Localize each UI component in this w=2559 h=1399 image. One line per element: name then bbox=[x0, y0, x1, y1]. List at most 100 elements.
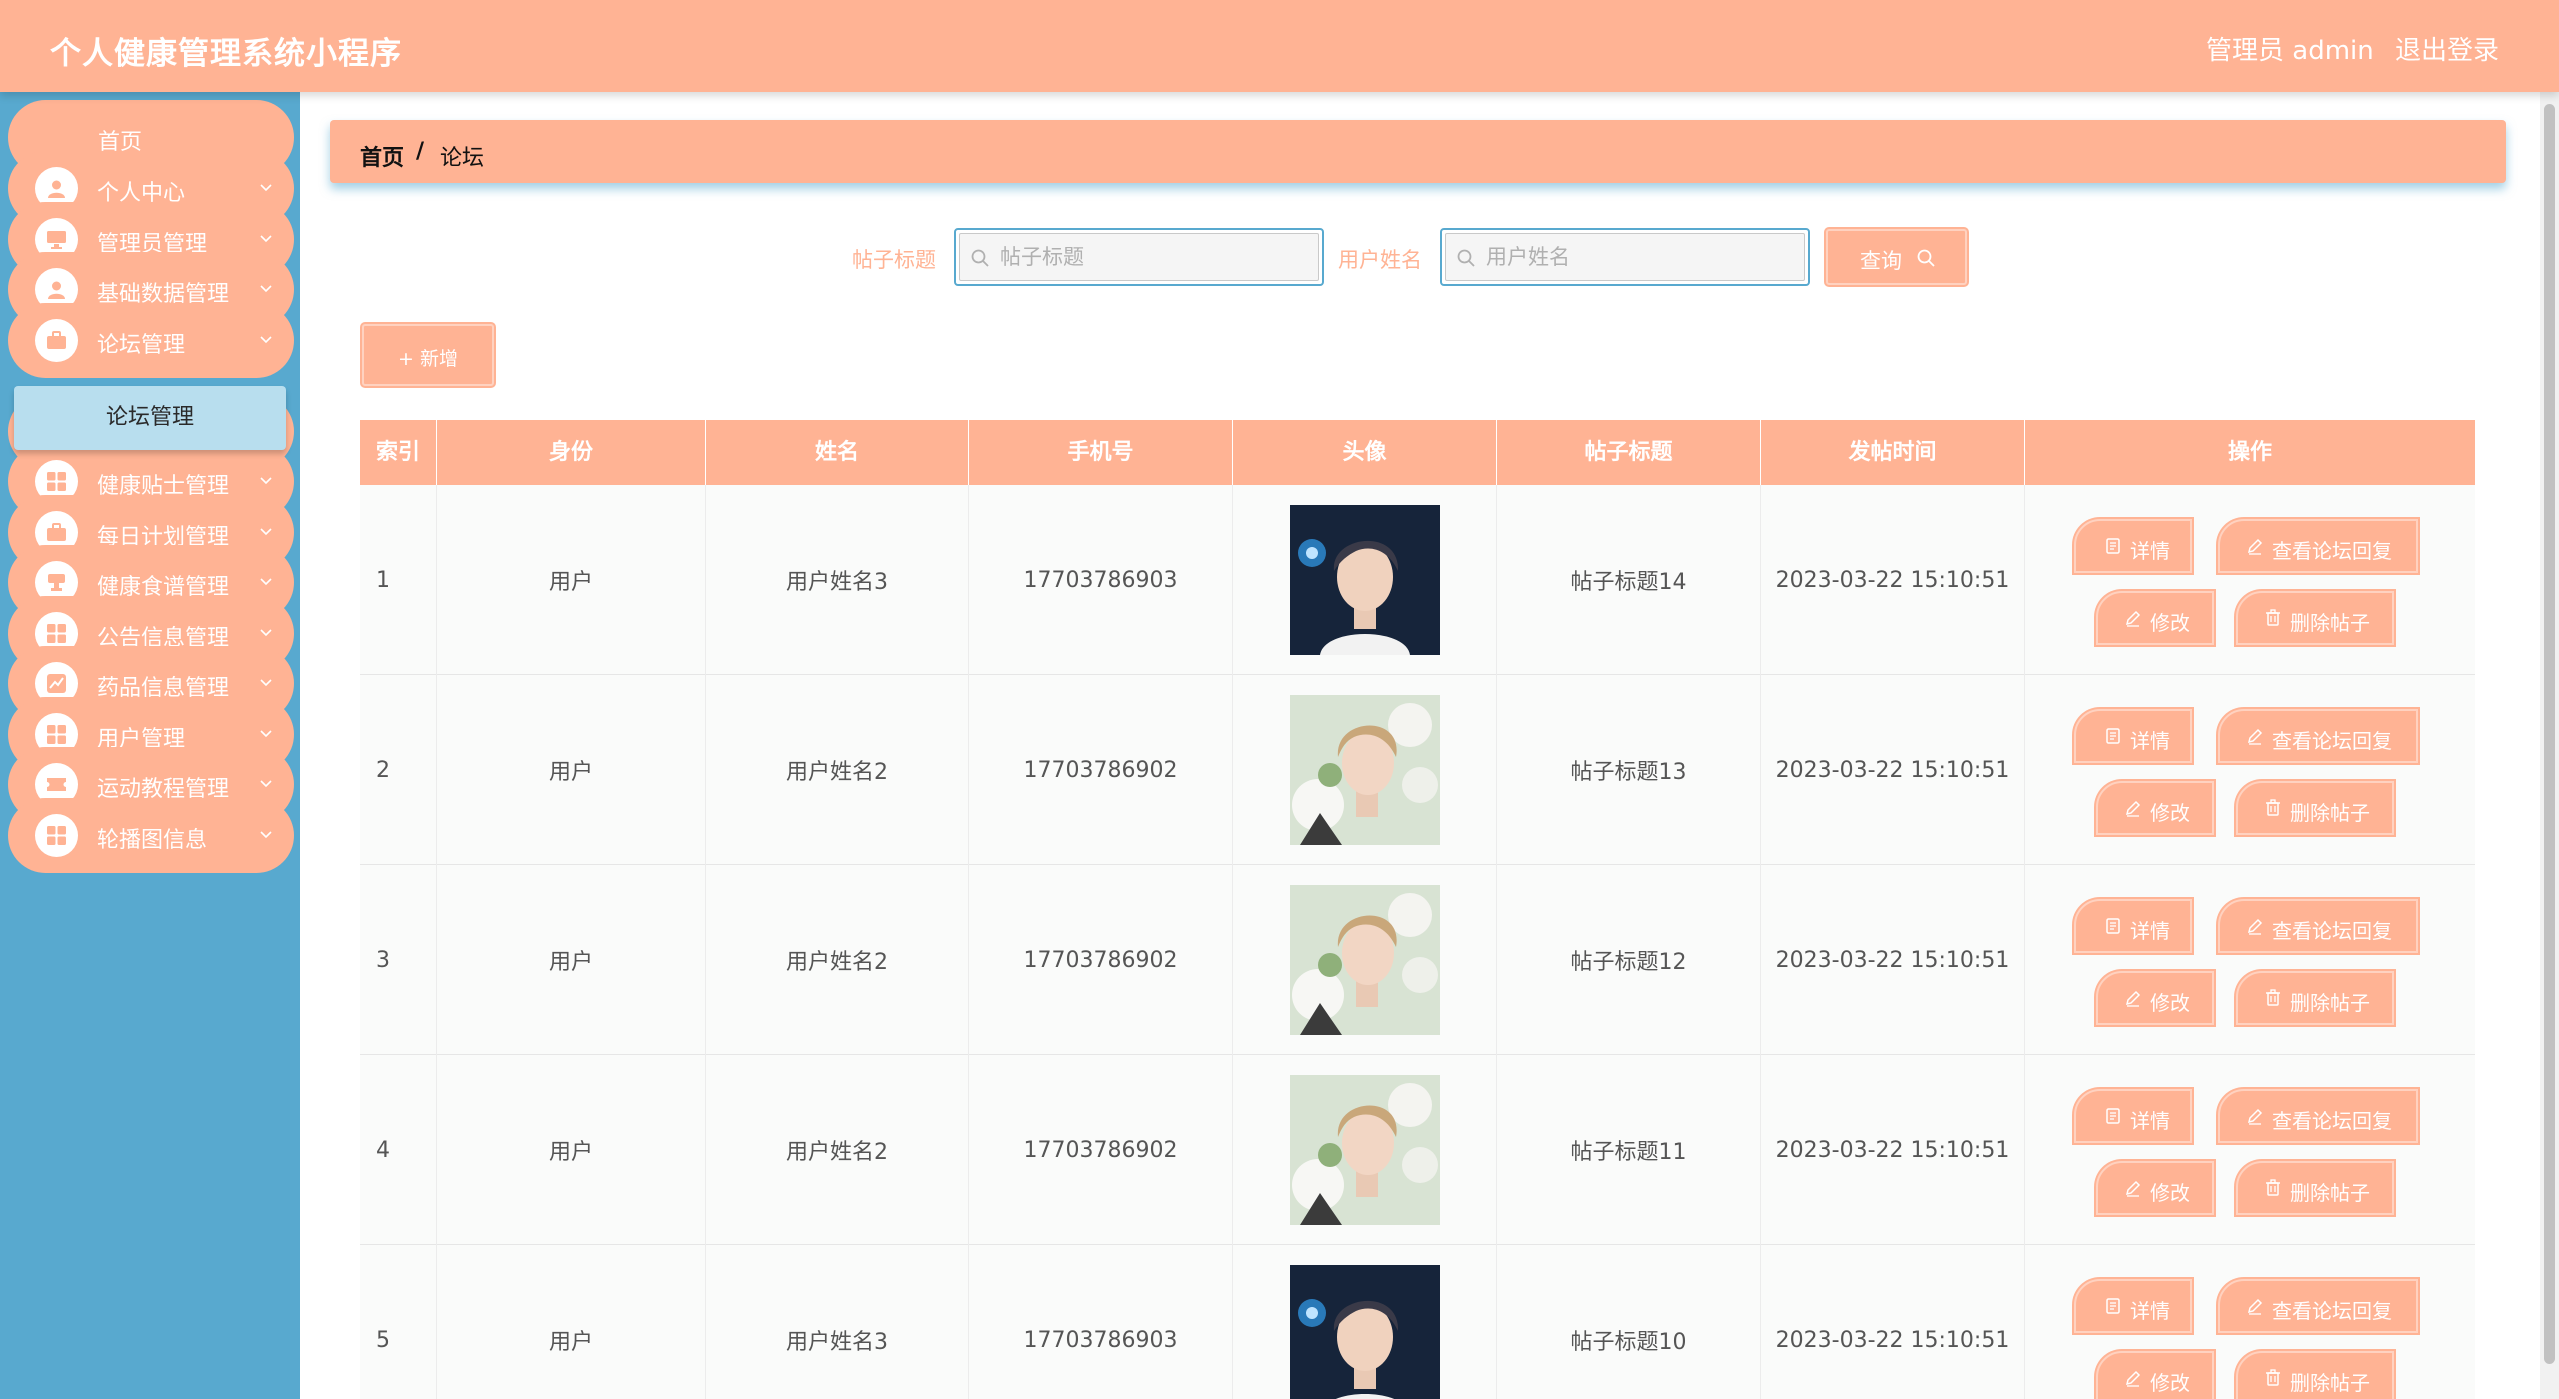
detail-button[interactable]: 详情 bbox=[2074, 709, 2192, 763]
cell-time: 2023-03-22 15:10:51 bbox=[1760, 1245, 2024, 1399]
sidebar: 首页 个人中心管理员管理基础数据管理论坛管理体检记录管理健康贴士管理每日计划管理… bbox=[0, 92, 300, 1399]
delete-post-button[interactable]: 删除帖子 bbox=[2236, 1161, 2394, 1215]
cell-title: 帖子标题10 bbox=[1496, 1245, 1760, 1399]
table-row: 3 用户 用户姓名2 17703786902 帖子标题12 2023-03-22 15:1… bbox=[360, 865, 2475, 1055]
cell-phone: 17703786903 bbox=[968, 485, 1232, 675]
scrollbar[interactable] bbox=[2540, 92, 2559, 1399]
edit-icon bbox=[2125, 1180, 2141, 1197]
table-row: 1 用户 用户姓名3 17703786903 帖子标题14 2023-03-22 15:1… bbox=[360, 485, 2475, 675]
sidebar-item-4[interactable]: 论坛管理 bbox=[8, 303, 294, 378]
sidebar-item-label: 轮播图信息 bbox=[97, 828, 208, 853]
grid-icon bbox=[35, 814, 78, 857]
edit-icon bbox=[2125, 990, 2141, 1007]
add-button[interactable]: + 新增 bbox=[362, 324, 494, 386]
cell-time: 2023-03-22 15:10:51 bbox=[1760, 1055, 2024, 1245]
cell-title: 帖子标题13 bbox=[1496, 675, 1760, 865]
chevron-down-icon bbox=[260, 336, 272, 344]
chevron-down-icon bbox=[260, 235, 272, 243]
app-title: 个人健康管理系统小程序 bbox=[50, 36, 402, 72]
cell-role: 用户 bbox=[436, 1245, 705, 1399]
column-header: 索引 bbox=[375, 440, 420, 465]
logout-button[interactable]: 退出登录 bbox=[2395, 30, 2499, 67]
document-icon bbox=[2106, 1108, 2120, 1124]
delete-post-button[interactable]: 删除帖子 bbox=[2236, 971, 2394, 1025]
cell-title: 帖子标题14 bbox=[1496, 485, 1760, 675]
chevron-down-icon bbox=[260, 184, 272, 192]
name-search-label: 用户姓名 bbox=[1338, 248, 1422, 272]
delete-post-button-label: 删除帖子 bbox=[2290, 1371, 2370, 1395]
delete-post-button[interactable]: 删除帖子 bbox=[2236, 1351, 2394, 1399]
actions-cell bbox=[2024, 485, 2475, 675]
detail-button[interactable]: 详情 bbox=[2074, 1089, 2192, 1143]
cell-phone: 17703786903 bbox=[968, 1245, 1232, 1399]
sidebar-subitem-forum[interactable]: 论坛管理 bbox=[14, 386, 286, 450]
column-header: 操作 bbox=[2024, 420, 2475, 485]
edit-button[interactable]: 修改 bbox=[2096, 591, 2214, 645]
edit-button[interactable]: 修改 bbox=[2096, 1351, 2214, 1399]
view-replies-button[interactable]: 查看论坛回复 bbox=[2218, 519, 2418, 573]
view-replies-button[interactable]: 查看论坛回复 bbox=[2218, 899, 2418, 953]
avatar-cell bbox=[1232, 1055, 1496, 1245]
cell-time: 2023-03-22 15:10:51 bbox=[1760, 485, 2024, 675]
chevron-down-icon bbox=[260, 679, 272, 687]
add-button-label: + 新增 bbox=[398, 348, 458, 370]
chevron-down-icon bbox=[260, 831, 272, 839]
table-row: 2 用户 用户姓名2 17703786902 帖子标题13 2023-03-22 15:1… bbox=[360, 675, 2475, 865]
name-search-box bbox=[1440, 228, 1810, 286]
chevron-down-icon bbox=[260, 730, 272, 738]
edit-icon bbox=[2247, 538, 2263, 555]
view-replies-button[interactable]: 查看论坛回复 bbox=[2218, 1089, 2418, 1143]
edit-icon bbox=[2247, 918, 2263, 935]
query-button[interactable]: 查询 bbox=[1826, 229, 1967, 285]
detail-button[interactable]: 详情 bbox=[2074, 519, 2192, 573]
cell-phone: 17703786902 bbox=[968, 1055, 1232, 1245]
column-header: 帖子标题 bbox=[1496, 420, 1760, 485]
chevron-down-icon bbox=[260, 780, 272, 788]
cell-phone: 17703786902 bbox=[968, 675, 1232, 865]
delete-post-button-label: 删除帖子 bbox=[2290, 991, 2370, 1015]
view-replies-button-label: 查看论坛回复 bbox=[2272, 729, 2392, 753]
delete-post-button[interactable]: 删除帖子 bbox=[2236, 781, 2394, 835]
view-replies-button-label: 查看论坛回复 bbox=[2272, 1109, 2392, 1133]
avatar bbox=[1289, 885, 1440, 1035]
name-search-input[interactable] bbox=[1486, 234, 1786, 280]
admin-label: 管理员 admin bbox=[2206, 36, 2374, 66]
chevron-down-icon bbox=[260, 285, 272, 293]
chevron-down-icon bbox=[260, 528, 272, 536]
sidebar-item-13[interactable]: 轮播图信息 bbox=[8, 798, 294, 873]
title-search-box bbox=[954, 228, 1324, 286]
edit-icon bbox=[2247, 728, 2263, 745]
trash-icon bbox=[2266, 609, 2280, 626]
edit-button[interactable]: 修改 bbox=[2096, 971, 2214, 1025]
edit-icon bbox=[2247, 1298, 2263, 1315]
title-search-input[interactable] bbox=[1000, 234, 1300, 280]
edit-button[interactable]: 修改 bbox=[2096, 1161, 2214, 1215]
edit-button-label: 修改 bbox=[2150, 1371, 2190, 1395]
breadcrumb-home[interactable]: 首页 bbox=[360, 140, 404, 172]
document-icon bbox=[2106, 728, 2120, 744]
detail-button-label: 详情 bbox=[2130, 1109, 2170, 1133]
breadcrumb-separator: / bbox=[416, 139, 425, 164]
scroll-thumb[interactable] bbox=[2544, 104, 2555, 1364]
chevron-down-icon bbox=[260, 477, 272, 485]
delete-post-button[interactable]: 删除帖子 bbox=[2236, 591, 2394, 645]
table-row: 4 用户 用户姓名2 17703786902 帖子标题11 2023-03-22 15:1… bbox=[360, 1055, 2475, 1245]
search-icon bbox=[1917, 249, 1935, 267]
edit-button-label: 修改 bbox=[2150, 1181, 2190, 1205]
avatar-cell bbox=[1232, 1245, 1496, 1399]
cell-name: 用户姓名3 bbox=[705, 485, 968, 675]
view-replies-button[interactable]: 查看论坛回复 bbox=[2218, 709, 2418, 763]
cell-role: 用户 bbox=[436, 865, 705, 1055]
detail-button[interactable]: 详情 bbox=[2074, 1279, 2192, 1333]
trash-icon bbox=[2266, 989, 2280, 1006]
detail-button[interactable]: 详情 bbox=[2074, 899, 2192, 953]
edit-icon bbox=[2125, 610, 2141, 627]
sidebar-item-label: 论坛管理 bbox=[97, 333, 186, 358]
edit-icon bbox=[2125, 1370, 2141, 1387]
chevron-down-icon bbox=[260, 578, 272, 586]
breadcrumb-current: 论坛 bbox=[440, 146, 485, 171]
view-replies-button[interactable]: 查看论坛回复 bbox=[2218, 1279, 2418, 1333]
title-search-label: 帖子标题 bbox=[852, 248, 936, 272]
view-replies-button-label: 查看论坛回复 bbox=[2272, 1299, 2392, 1323]
edit-button[interactable]: 修改 bbox=[2096, 781, 2214, 835]
